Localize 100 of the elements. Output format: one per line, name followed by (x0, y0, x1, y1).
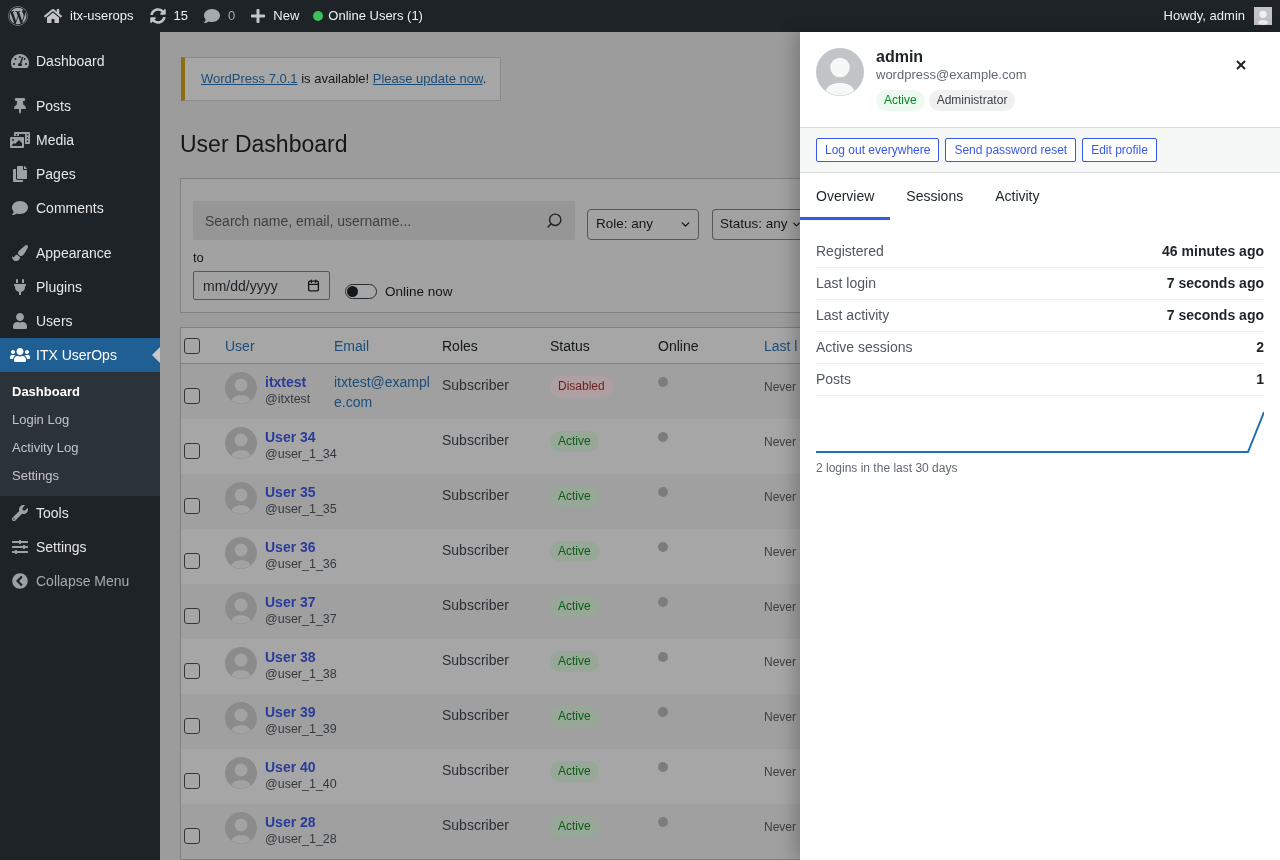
column-header[interactable]: Last l (764, 337, 798, 354)
pushpin-icon (14, 98, 26, 114)
submenu-item[interactable]: Dashboard (0, 378, 160, 406)
chevron-down-icon (790, 219, 800, 230)
speech-bubble-icon (12, 200, 28, 216)
row-checkbox[interactable] (184, 443, 200, 459)
avatar (225, 482, 257, 514)
last-login-text: Never (764, 435, 796, 449)
online-users-link[interactable]: Online Users (1) (307, 0, 429, 32)
sidebar-item[interactable]: Plugins (0, 270, 160, 304)
sidebar-item[interactable]: Media (0, 123, 160, 157)
row-checkbox[interactable] (184, 608, 200, 624)
tab[interactable]: Sessions (890, 173, 980, 220)
avatar (225, 372, 257, 404)
circle-arrow-left-icon (12, 573, 28, 589)
copy-pages-icon (13, 166, 27, 182)
toggle-label: Online now (385, 283, 453, 301)
last-login-text: Never (764, 490, 796, 504)
role-text: Subscriber (442, 487, 509, 503)
select-all-checkbox[interactable] (184, 337, 200, 354)
user-name-link[interactable]: User 28 (265, 813, 316, 831)
user-name-link[interactable]: User 40 (265, 758, 316, 776)
avatar (225, 592, 257, 624)
collapse-menu-button[interactable]: Collapse Menu (0, 564, 160, 598)
submenu-item[interactable]: Settings (0, 462, 160, 490)
date-field[interactable]: mm/dd/yyyy (193, 271, 330, 300)
row-checkbox[interactable] (184, 718, 200, 734)
sliders-icon (12, 539, 28, 555)
row-checkbox[interactable] (184, 828, 200, 844)
user-name-link[interactable]: User 39 (265, 703, 316, 721)
updates-link[interactable]: 15 (141, 0, 197, 32)
last-login-text: Never (764, 380, 796, 394)
username-text: @itxtest (265, 391, 311, 407)
status-badge: Active (550, 706, 599, 727)
user-name-link[interactable]: User 38 (265, 648, 316, 666)
user-name-link[interactable]: itxtest (265, 373, 307, 391)
action-button[interactable]: Log out everywhere (816, 138, 940, 162)
avatar (1254, 7, 1272, 25)
row-checkbox[interactable] (184, 498, 200, 514)
avatar (225, 647, 257, 679)
stat-value: 46 minutes ago (1162, 243, 1264, 260)
account-link[interactable]: Howdy, admin (1155, 0, 1280, 32)
row-checkbox[interactable] (184, 773, 200, 789)
column-header[interactable]: User (225, 337, 255, 354)
people-group-icon (10, 347, 30, 363)
column-header[interactable]: Email (334, 337, 369, 354)
status-badge: Disabled (550, 376, 613, 397)
role-select[interactable]: Role: any (587, 209, 699, 240)
tab[interactable]: Overview (800, 173, 891, 220)
sidebar-item[interactable]: Pages (0, 157, 160, 191)
status-badge: Active (550, 541, 599, 562)
user-name-link[interactable]: User 34 (265, 428, 316, 446)
stat-value: 2 (1256, 339, 1264, 356)
sidebar-item[interactable]: Users (0, 304, 160, 338)
status-badge: Active (550, 761, 599, 782)
plug-icon (14, 279, 26, 295)
avatar (225, 427, 257, 459)
tab[interactable]: Activity (979, 173, 1056, 220)
notice-link[interactable]: Please update now (372, 71, 483, 87)
sidebar-item[interactable]: ITX UserOps (0, 338, 160, 372)
last-login-text: Never (764, 820, 796, 834)
sidebar-item[interactable]: Comments (0, 191, 160, 225)
sparkline-caption: 2 logins in the last 30 days (816, 460, 959, 476)
submenu-item[interactable]: Login Log (0, 406, 160, 434)
stat-value: 7 seconds ago (1166, 275, 1264, 292)
role-text: Subscriber (442, 707, 509, 723)
update-notice-text: WordPress 7.0.1 is available! Please update now. (201, 70, 487, 89)
new-link[interactable]: New (243, 0, 308, 32)
sidebar-item[interactable]: Posts (0, 89, 160, 123)
page-title: User Dashboard (180, 130, 348, 159)
close-icon (1234, 58, 1248, 72)
site-link[interactable]: itx-userops (36, 0, 142, 32)
avatar (225, 757, 257, 789)
stat-label: Registered (816, 243, 884, 260)
user-name-link[interactable]: User 37 (265, 593, 316, 611)
sidebar-item[interactable]: Dashboard (0, 44, 160, 78)
user-name-link[interactable]: User 35 (265, 483, 316, 501)
sidebar-item[interactable]: Settings (0, 530, 160, 564)
sidebar-item[interactable]: Appearance (0, 236, 160, 270)
refresh-icon (149, 8, 166, 24)
avatar (225, 702, 257, 734)
logo-icon (8, 6, 28, 26)
action-button[interactable]: Send password reset (945, 138, 1077, 162)
sidebar-item[interactable]: Tools (0, 496, 160, 530)
comments-link[interactable]: 0 (196, 0, 244, 32)
toggle-switch[interactable] (345, 284, 377, 299)
username-text: @user_1_39 (265, 721, 337, 737)
user-name-link[interactable]: User 36 (265, 538, 316, 556)
submenu-item[interactable]: Activity Log (0, 434, 160, 462)
row-checkbox[interactable] (184, 663, 200, 679)
row-checkbox[interactable] (184, 388, 200, 404)
column-header: Online (658, 337, 699, 354)
action-button[interactable]: Edit profile (1082, 138, 1157, 162)
stat-label: Last activity (816, 307, 890, 324)
row-checkbox[interactable] (184, 553, 200, 569)
notice-link[interactable]: WordPress 7.0.1 (201, 71, 298, 87)
search-field[interactable]: Search name, email, username... (193, 201, 575, 240)
last-login-text: Never (764, 765, 796, 779)
avatar (816, 48, 864, 96)
stat-label: Active sessions (816, 339, 913, 356)
